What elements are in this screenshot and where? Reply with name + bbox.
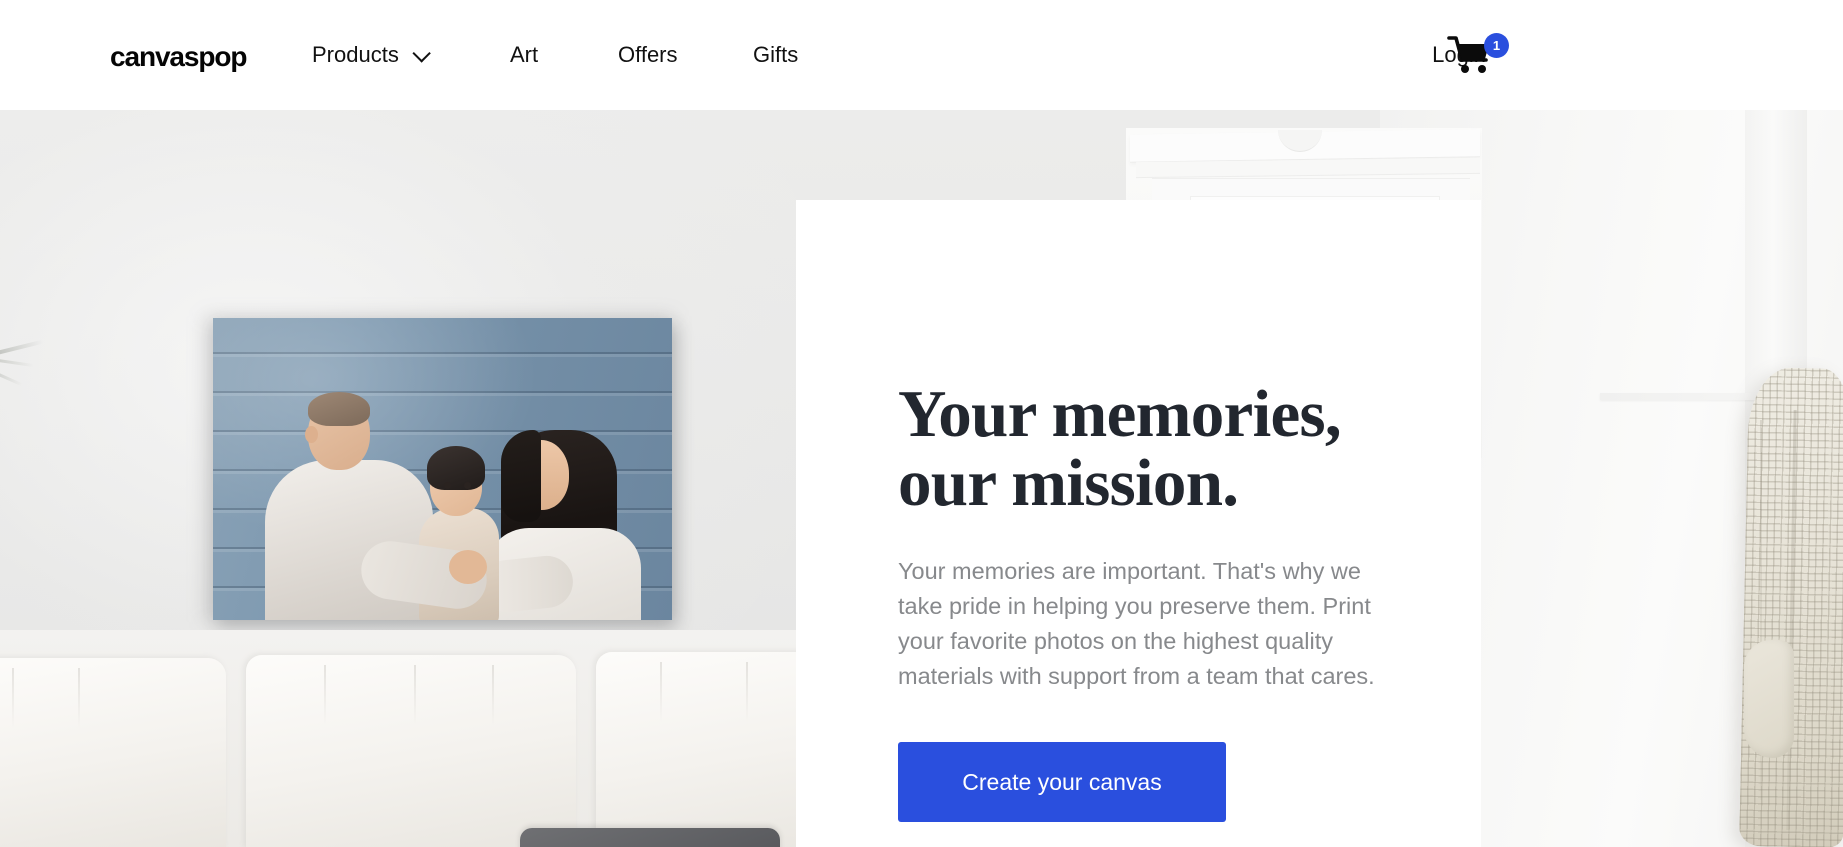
- nav-item-offers[interactable]: Offers: [618, 44, 678, 66]
- nav-item-gifts[interactable]: Gifts: [753, 44, 798, 66]
- nav-item-art[interactable]: Art: [510, 44, 538, 66]
- chevron-down-icon: [412, 43, 431, 63]
- pillow-crease: [78, 668, 80, 728]
- canvas-print-artwork: [213, 318, 672, 620]
- pillow-crease: [324, 665, 326, 725]
- nav-item-offers-label: Offers: [618, 42, 678, 67]
- canvas-photo-man-hair: [308, 392, 370, 426]
- cart-button[interactable]: 1: [1447, 33, 1509, 81]
- blanket-bunched-fold: [1744, 640, 1794, 758]
- pillow-crease: [492, 665, 494, 725]
- site-header: canvaspop Products Art Offers Gifts Logi…: [0, 0, 1843, 110]
- dark-throw-cushion: [520, 828, 780, 847]
- sofa-pillow: [246, 655, 576, 847]
- pillow-crease: [660, 662, 662, 722]
- cart-badge: 1: [1484, 33, 1509, 58]
- nav-item-gifts-label: Gifts: [753, 42, 799, 67]
- canvas-photo-child-eye-left: [444, 482, 451, 489]
- pillow-crease: [12, 668, 14, 728]
- pillow-crease: [414, 665, 416, 725]
- create-your-canvas-button[interactable]: Create your canvas: [898, 742, 1226, 822]
- canvaspop-logo[interactable]: canvaspop: [110, 43, 247, 71]
- sofa-pillow: [0, 658, 226, 847]
- hero-section: Your memories, our mission. Your memorie…: [0, 110, 1843, 847]
- hero-content-card: Your memories, our mission. Your memorie…: [796, 200, 1481, 847]
- page-title: Your memories, our mission.: [898, 377, 1398, 520]
- canvas-photo-man-hand: [449, 550, 487, 584]
- nav-item-products-label: Products: [312, 42, 399, 67]
- hero-body-text: Your memories are important. That's why …: [898, 558, 1375, 689]
- canvas-photo-woman-hair-front: [501, 430, 541, 522]
- nav-item-products[interactable]: Products: [312, 42, 431, 67]
- nav-item-art-label: Art: [510, 42, 539, 67]
- headline-line-1: Your memories,: [898, 377, 1342, 451]
- canvas-photo-child-hair: [427, 446, 485, 490]
- canvas-photo-child-eye-right: [464, 482, 471, 489]
- primary-navigation: Products Art Offers Gifts: [312, 0, 798, 110]
- hero-content-inner: Your memories, our mission. Your memorie…: [898, 377, 1398, 822]
- headline-line-2: our mission.: [898, 446, 1239, 520]
- pillow-crease: [746, 662, 748, 722]
- canvas-photo-man-ear: [305, 426, 318, 443]
